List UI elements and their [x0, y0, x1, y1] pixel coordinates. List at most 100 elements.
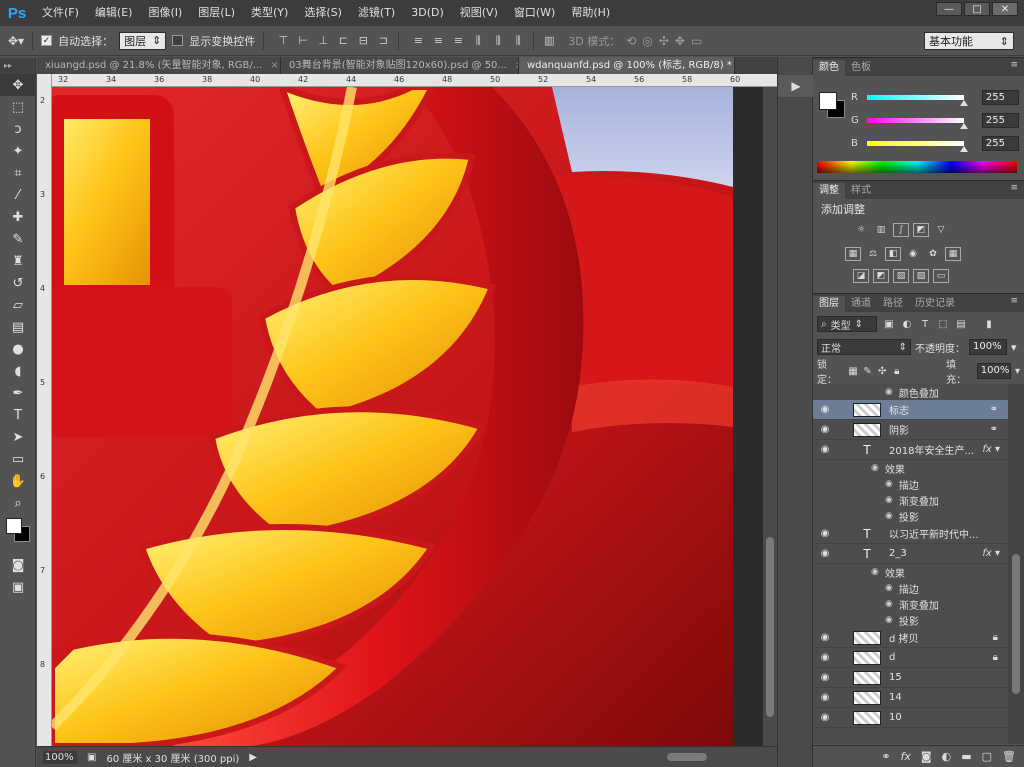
- screen-mode-icon[interactable]: ▣: [0, 576, 36, 598]
- auto-align-icon[interactable]: ▥: [542, 34, 556, 48]
- layer-row[interactable]: ◉ 阴影 ⚭: [813, 420, 1008, 440]
- quick-mask-icon[interactable]: ◙: [0, 554, 36, 576]
- eye-icon[interactable]: ◉: [813, 712, 837, 723]
- eye-icon[interactable]: ◉: [813, 632, 837, 643]
- menu-item[interactable]: 图像(I): [140, 0, 190, 26]
- type-filter-icon[interactable]: T: [919, 318, 931, 330]
- posterize-icon[interactable]: ◩: [873, 269, 889, 283]
- slider-handle[interactable]: [959, 122, 968, 129]
- layers-scrollbar[interactable]: [1008, 384, 1024, 744]
- layer-row[interactable]: ◉ T 2_3 fx ▾: [813, 544, 1008, 564]
- document-canvas[interactable]: [52, 87, 733, 746]
- pixel-filter-icon[interactable]: ▣: [883, 318, 895, 330]
- color-balance-icon[interactable]: ⚖: [865, 247, 881, 261]
- tab-adjustments[interactable]: 调整: [813, 183, 845, 199]
- blue-value[interactable]: 255: [981, 135, 1019, 151]
- green-value[interactable]: 255: [981, 112, 1019, 128]
- menu-item[interactable]: 滤镜(T): [350, 0, 403, 26]
- tab-xiuangd[interactable]: xiuangd.psd @ 21.8% (矢量智能对象, RGB/... ×: [37, 57, 281, 74]
- path-select-tool-icon[interactable]: ➤: [0, 426, 36, 448]
- tab-color[interactable]: 颜色: [813, 60, 845, 76]
- tab-stage-background[interactable]: 03舞台背景(智能对象贴图120x60).psd @ 50...×: [281, 57, 519, 74]
- lasso-tool-icon[interactable]: ↄ: [0, 118, 36, 140]
- pen-tool-icon[interactable]: ✒: [0, 382, 36, 404]
- adjustment-filter-icon[interactable]: ◐: [901, 318, 913, 330]
- zoom-level[interactable]: 100%: [43, 750, 77, 764]
- smart-object-filter-icon[interactable]: ▤: [955, 318, 967, 330]
- lock-position-icon[interactable]: ✣: [877, 365, 888, 377]
- menu-item[interactable]: 编辑(E): [87, 0, 141, 26]
- color-panel-foreground[interactable]: [819, 92, 837, 110]
- distribute-left-icon[interactable]: ⫼: [471, 34, 485, 48]
- eye-icon[interactable]: ◉: [813, 444, 837, 455]
- distribute-top-icon[interactable]: ≡: [411, 34, 425, 48]
- layer-row[interactable]: ◉ T 2018年安全生产... fx ▾: [813, 440, 1008, 460]
- threshold-icon[interactable]: ▨: [893, 269, 909, 283]
- eye-icon[interactable]: ◉: [885, 495, 893, 505]
- tab-channels[interactable]: 通道: [845, 296, 877, 312]
- minimize-button[interactable]: —: [936, 2, 962, 16]
- exposure-icon[interactable]: ◩: [913, 223, 929, 237]
- hand-tool-icon[interactable]: ✋: [0, 470, 36, 492]
- eye-icon[interactable]: ◉: [813, 672, 837, 683]
- align-hcenter-icon[interactable]: ⊟: [356, 34, 370, 48]
- link-layers-icon[interactable]: ⚭: [881, 750, 890, 763]
- healing-brush-tool-icon[interactable]: ✚: [0, 206, 36, 228]
- effects-group[interactable]: ◉ 效果: [813, 564, 1008, 580]
- eye-icon[interactable]: ◉: [813, 692, 837, 703]
- tab-wdanquanfd[interactable]: wdanquanfd.psd @ 100% (标志, RGB/8) *×: [519, 57, 735, 74]
- new-adjustment-icon[interactable]: ◐: [942, 750, 952, 763]
- eye-icon[interactable]: ◉: [871, 567, 879, 577]
- lock-pixels-icon[interactable]: ▦: [848, 365, 859, 377]
- selective-color-icon[interactable]: ▧: [913, 269, 929, 283]
- fill-field[interactable]: 100%: [976, 363, 1011, 379]
- eye-icon[interactable]: ◉: [871, 463, 879, 473]
- slider-handle[interactable]: [959, 99, 968, 106]
- hue-saturation-icon[interactable]: ▦: [845, 247, 861, 261]
- menu-item[interactable]: 帮助(H): [563, 0, 618, 26]
- tab-swatches[interactable]: 色板: [845, 60, 877, 76]
- menu-item[interactable]: 3D(D): [403, 0, 452, 26]
- fx-icon[interactable]: fx ▾: [982, 444, 1000, 455]
- tab-styles[interactable]: 样式: [845, 183, 877, 199]
- vertical-scrollbar[interactable]: [763, 87, 777, 746]
- roll-3d-icon[interactable]: ◎: [642, 34, 652, 48]
- brush-tool-icon[interactable]: ✎: [0, 228, 36, 250]
- scale-3d-icon[interactable]: ▭: [691, 34, 702, 48]
- eye-icon[interactable]: ◉: [813, 404, 837, 415]
- layer-effect[interactable]: ◉ 投影: [813, 612, 1008, 628]
- marquee-tool-icon[interactable]: ⬚: [0, 96, 36, 118]
- move-tool-icon[interactable]: ✥▾: [8, 34, 24, 48]
- align-right-icon[interactable]: ⊐: [376, 34, 390, 48]
- tab-paths[interactable]: 路径: [877, 296, 909, 312]
- horizontal-scrollbar-thumb[interactable]: [667, 753, 707, 761]
- slider-handle[interactable]: [959, 145, 968, 152]
- close-button[interactable]: ✕: [992, 2, 1018, 16]
- gradient-map-icon[interactable]: ▭: [933, 269, 949, 283]
- chevron-down-icon[interactable]: ▾: [1011, 341, 1017, 354]
- invert-icon[interactable]: ◪: [853, 269, 869, 283]
- history-brush-tool-icon[interactable]: ↺: [0, 272, 36, 294]
- close-icon[interactable]: ×: [270, 57, 278, 74]
- chevron-down-icon[interactable]: ▾: [1015, 366, 1020, 377]
- orbit-3d-icon[interactable]: ⟲: [626, 34, 636, 48]
- new-group-icon[interactable]: ▬: [961, 750, 971, 763]
- layer-row[interactable]: ◉ d 拷贝 🔒︎: [813, 628, 1008, 648]
- new-layer-icon[interactable]: ▢: [982, 750, 992, 763]
- eye-icon[interactable]: ◉: [885, 615, 893, 625]
- layer-row[interactable]: ◉ 14: [813, 688, 1008, 708]
- crop-tool-icon[interactable]: ⌗: [0, 162, 36, 184]
- blur-tool-icon[interactable]: ●: [0, 338, 36, 360]
- dodge-tool-icon[interactable]: ◖: [0, 360, 36, 382]
- levels-icon[interactable]: ▥: [873, 223, 889, 237]
- color-spectrum[interactable]: [817, 161, 1017, 173]
- blend-mode-dropdown[interactable]: 正常 ⇕: [817, 339, 911, 355]
- quick-select-tool-icon[interactable]: ✦: [0, 140, 36, 162]
- align-bottom-icon[interactable]: ⊥: [316, 34, 330, 48]
- layer-effect[interactable]: ◉ 渐变叠加: [813, 596, 1008, 612]
- fx-icon[interactable]: fx: [901, 750, 911, 763]
- layer-row[interactable]: ◉ d 🔒︎: [813, 648, 1008, 668]
- rectangle-tool-icon[interactable]: ▭: [0, 448, 36, 470]
- layer-row[interactable]: ◉ 15: [813, 668, 1008, 688]
- type-tool-icon[interactable]: T: [0, 404, 36, 426]
